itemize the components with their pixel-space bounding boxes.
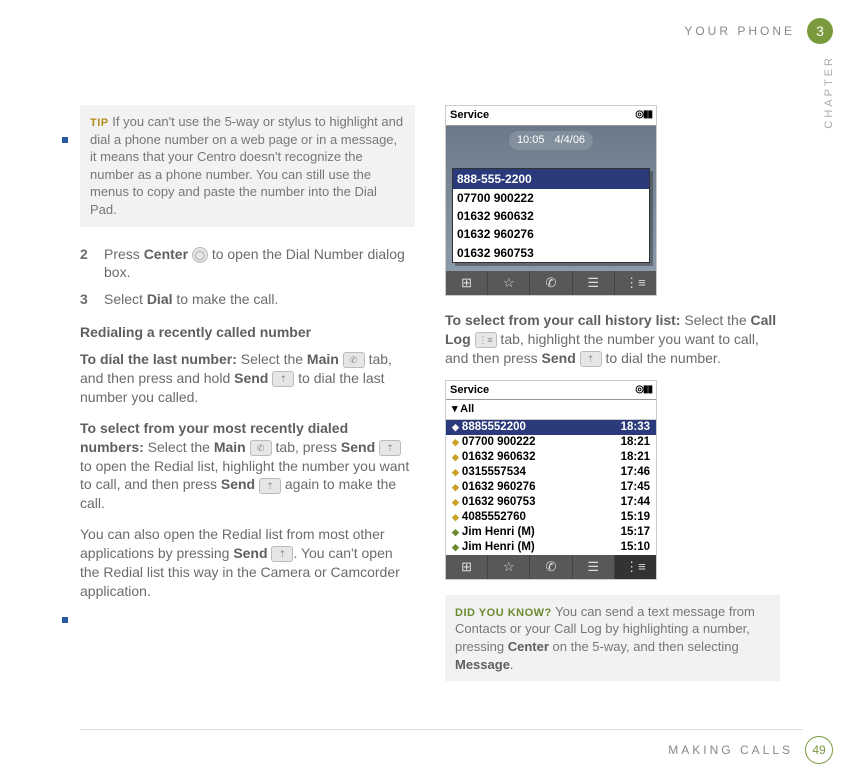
favorites-tab-icon: ☆ bbox=[488, 271, 530, 295]
send-key-icon: ⇡ bbox=[580, 351, 602, 367]
ss-calllog-row: ◆Jim Henri (M)15:17 bbox=[446, 525, 656, 540]
ss-service-label: Service bbox=[450, 108, 489, 123]
margin-mark bbox=[62, 617, 68, 623]
ss-signal-icon: ◎▮▮ bbox=[635, 108, 652, 123]
send-key-label: Send bbox=[341, 439, 375, 455]
ss-calllog-filter: ▾ All bbox=[446, 400, 656, 420]
send-key-icon: ⇡ bbox=[271, 546, 293, 562]
footer-title: MAKING CALLS bbox=[668, 743, 793, 757]
dialpad-tab-icon: ⊞ bbox=[446, 555, 488, 579]
footer-rule bbox=[80, 729, 803, 730]
ss-status-bar: Service ◎▮▮ bbox=[446, 381, 656, 401]
main-tab-label: Main bbox=[214, 439, 246, 455]
subhead-redialing: Redialing a recently called number bbox=[80, 323, 415, 342]
tip-box: TIP If you can't use the 5-way or stylus… bbox=[80, 105, 415, 227]
ss-time: 10:05 bbox=[517, 133, 545, 148]
step-2: 2 Press Center ◯ to open the Dial Number… bbox=[80, 245, 415, 283]
ss-calllog-row: ◆01632 96027617:45 bbox=[446, 480, 656, 495]
ss-calllog-row: ◆01632 96075317:44 bbox=[446, 495, 656, 510]
ss-calllog-row: ◆07700 90022218:21 bbox=[446, 435, 656, 450]
send-key-icon: ⇡ bbox=[272, 371, 294, 387]
tip-label: TIP bbox=[90, 117, 109, 129]
send-key-label: Send bbox=[542, 350, 576, 366]
ss-date: 4/4/06 bbox=[554, 133, 585, 148]
ss-redial-row: 01632 960753 bbox=[453, 244, 649, 262]
ss-calllog-row: ◆Jim Henri (M)15:10 bbox=[446, 540, 656, 555]
contacts-tab-icon: ☰ bbox=[573, 555, 615, 579]
ss-redial-row: 01632 960276 bbox=[453, 225, 649, 243]
contacts-tab-icon: ☰ bbox=[573, 271, 615, 295]
message-label: Message bbox=[455, 657, 510, 672]
send-key-icon: ⇡ bbox=[259, 478, 281, 494]
did-you-know-label: DID YOU KNOW? bbox=[455, 607, 552, 619]
send-key-icon: ⇡ bbox=[379, 440, 401, 456]
page-header: YOUR PHONE 3 bbox=[684, 18, 833, 44]
ss-redial-row: 07700 900222 bbox=[453, 189, 649, 207]
page-number-badge: 49 bbox=[805, 736, 833, 764]
left-column: TIP If you can't use the 5-way or stylus… bbox=[80, 105, 415, 699]
ss-calllog-row: ◆888555220018:33 bbox=[446, 420, 656, 435]
send-key-label: Send bbox=[233, 545, 267, 561]
ss-wallpaper: 10:05 4/4/06 888-555-2200 07700 900222 0… bbox=[446, 126, 656, 271]
ss-calllog-row: ◆408555276015:19 bbox=[446, 510, 656, 525]
ss-signal-icon: ◎▮▮ bbox=[635, 383, 652, 398]
chapter-number-badge: 3 bbox=[807, 18, 833, 44]
calllog-tab-icon: ⋮≡ bbox=[615, 271, 656, 295]
ss-status-bar: Service ◎▮▮ bbox=[446, 106, 656, 126]
ss-calllog-body: ▾ All ◆888555220018:33◆07700 90022218:21… bbox=[446, 400, 656, 554]
para-redial-note: You can also open the Redial list from m… bbox=[80, 525, 415, 601]
ss-calllog-list: ◆888555220018:33◆07700 90022218:21◆01632… bbox=[446, 420, 656, 554]
para-call-history: To select from your call history list: S… bbox=[445, 311, 780, 368]
ss-redial-selected: 888-555-2200 bbox=[453, 169, 649, 189]
dial-label: Dial bbox=[147, 291, 173, 307]
right-column: Service ◎▮▮ 10:05 4/4/06 888-555-2200 07… bbox=[445, 105, 780, 699]
phone-tab-icon: ✆ bbox=[250, 440, 272, 456]
margin-mark bbox=[62, 137, 68, 143]
phone-tab-icon: ✆ bbox=[343, 352, 365, 368]
step-number: 3 bbox=[80, 290, 92, 309]
step-text: Select Dial to make the call. bbox=[104, 290, 415, 309]
center-key-label: Center bbox=[144, 246, 188, 262]
header-title: YOUR PHONE bbox=[684, 24, 795, 38]
tip-text: If you can't use the 5-way or stylus to … bbox=[90, 114, 403, 217]
step-text: Press Center ◯ to open the Dial Number d… bbox=[104, 245, 415, 283]
screenshot-dialpad-redial: Service ◎▮▮ 10:05 4/4/06 888-555-2200 07… bbox=[445, 105, 657, 296]
page-footer: MAKING CALLS 49 bbox=[668, 736, 833, 764]
screenshot-call-log: Service ◎▮▮ ▾ All ◆888555220018:33◆07700… bbox=[445, 380, 657, 580]
chapter-side-label: CHAPTER bbox=[823, 55, 835, 129]
main-tab-icon: ✆ bbox=[530, 271, 572, 295]
label-dial-last: To dial the last number: bbox=[80, 351, 237, 367]
ss-calllog-row: ◆01632 96063218:21 bbox=[446, 450, 656, 465]
ss-redial-popup: 888-555-2200 07700 900222 01632 960632 0… bbox=[452, 168, 650, 263]
para-last-number: To dial the last number: Select the Main… bbox=[80, 350, 415, 407]
send-key-label: Send bbox=[234, 370, 268, 386]
step-number: 2 bbox=[80, 245, 92, 283]
dialpad-tab-icon: ⊞ bbox=[446, 271, 488, 295]
ss-service-label: Service bbox=[450, 383, 489, 398]
ss-tab-bar: ⊞ ☆ ✆ ☰ ⋮≡ bbox=[446, 555, 656, 579]
step-3: 3 Select Dial to make the call. bbox=[80, 290, 415, 309]
label-call-history: To select from your call history list: bbox=[445, 312, 680, 328]
content-columns: TIP If you can't use the 5-way or stylus… bbox=[80, 105, 780, 699]
main-tab-icon: ✆ bbox=[530, 555, 572, 579]
center-key-label: Center bbox=[508, 639, 549, 654]
ss-tab-bar: ⊞ ☆ ✆ ☰ ⋮≡ bbox=[446, 271, 656, 295]
ss-calllog-row: ◆031555753417:46 bbox=[446, 465, 656, 480]
center-button-icon: ◯ bbox=[192, 247, 208, 263]
favorites-tab-icon: ☆ bbox=[488, 555, 530, 579]
calllog-tab-icon: ⋮≡ bbox=[615, 555, 656, 579]
calllog-tab-icon: ⋮≡ bbox=[475, 332, 497, 348]
main-tab-label: Main bbox=[307, 351, 339, 367]
ss-clock: 10:05 4/4/06 bbox=[509, 131, 593, 150]
ss-redial-row: 01632 960632 bbox=[453, 207, 649, 225]
send-key-label: Send bbox=[221, 476, 255, 492]
did-you-know-box: DID YOU KNOW? You can send a text messag… bbox=[445, 595, 780, 681]
para-recent-numbers: To select from your most recently dialed… bbox=[80, 419, 415, 513]
